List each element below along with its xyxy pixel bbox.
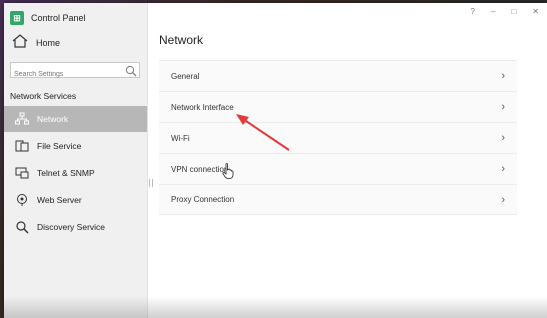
sidebar-splitter-handle[interactable] [149,179,153,187]
row-vpn-connection[interactable]: VPN connection › [159,153,517,184]
sidebar-item-web-server[interactable]: Web Server [4,187,147,213]
sidebar-item-label: Web Server [37,195,82,205]
row-label: Network Interface [171,102,234,112]
page-title: Network [159,33,204,47]
chevron-right-icon: › [501,132,505,144]
sidebar-item-telnet-snmp[interactable]: Telnet & SNMP [4,160,147,186]
search-icon[interactable] [125,64,137,82]
sidebar-item-network[interactable]: Network [4,106,147,132]
app-title: Control Panel [31,13,86,23]
home-icon [12,33,28,53]
search-box [10,62,140,82]
row-label: General [171,71,200,81]
chevron-right-icon: › [501,193,505,206]
row-label: VPN connection [171,164,229,174]
section-title: Network Services [10,91,77,101]
telnet-icon [15,166,29,180]
titlebar: ⊞ Control Panel [10,9,86,27]
help-button[interactable]: ? [471,7,475,16]
close-button[interactable]: ✕ [532,7,539,16]
row-wifi[interactable]: Wi-Fi › [159,122,517,153]
minimize-button[interactable]: – [491,7,495,16]
sidebar: ⊞ Control Panel Home Network Services Ne… [4,3,148,318]
discovery-icon [15,220,29,234]
row-label: Wi-Fi [171,133,190,143]
sidebar-item-label: File Service [37,141,82,151]
row-network-interface[interactable]: Network Interface › [159,91,517,122]
maximize-button[interactable]: □ [511,7,516,16]
home-button[interactable]: Home [12,33,60,53]
row-general[interactable]: General › [159,60,517,91]
row-proxy-connection[interactable]: Proxy Connection › [159,184,517,215]
bottom-shadow [4,296,547,318]
sidebar-item-label: Telnet & SNMP [37,168,95,178]
sidebar-item-label: Discovery Service [37,222,106,232]
app-logo-icon: ⊞ [10,11,24,25]
control-panel-window: ⊞ Control Panel Home Network Services Ne… [4,3,547,318]
settings-list: General › Network Interface › Wi-Fi › VP… [159,60,517,215]
chevron-right-icon: › [501,70,505,82]
window-controls: ? – □ ✕ [471,7,539,16]
search-input[interactable] [11,67,124,82]
sidebar-item-discovery-service[interactable]: Discovery Service [4,214,147,240]
row-label: Proxy Connection [171,195,235,204]
chevron-right-icon: › [501,163,505,175]
web-server-icon [15,193,29,207]
sidebar-item-label: Network [37,114,69,124]
network-icon [15,112,29,126]
home-label: Home [36,38,61,48]
chevron-right-icon: › [501,101,505,113]
file-service-icon [15,139,29,153]
hand-cursor-icon [222,163,234,179]
sidebar-item-file-service[interactable]: File Service [4,133,147,159]
